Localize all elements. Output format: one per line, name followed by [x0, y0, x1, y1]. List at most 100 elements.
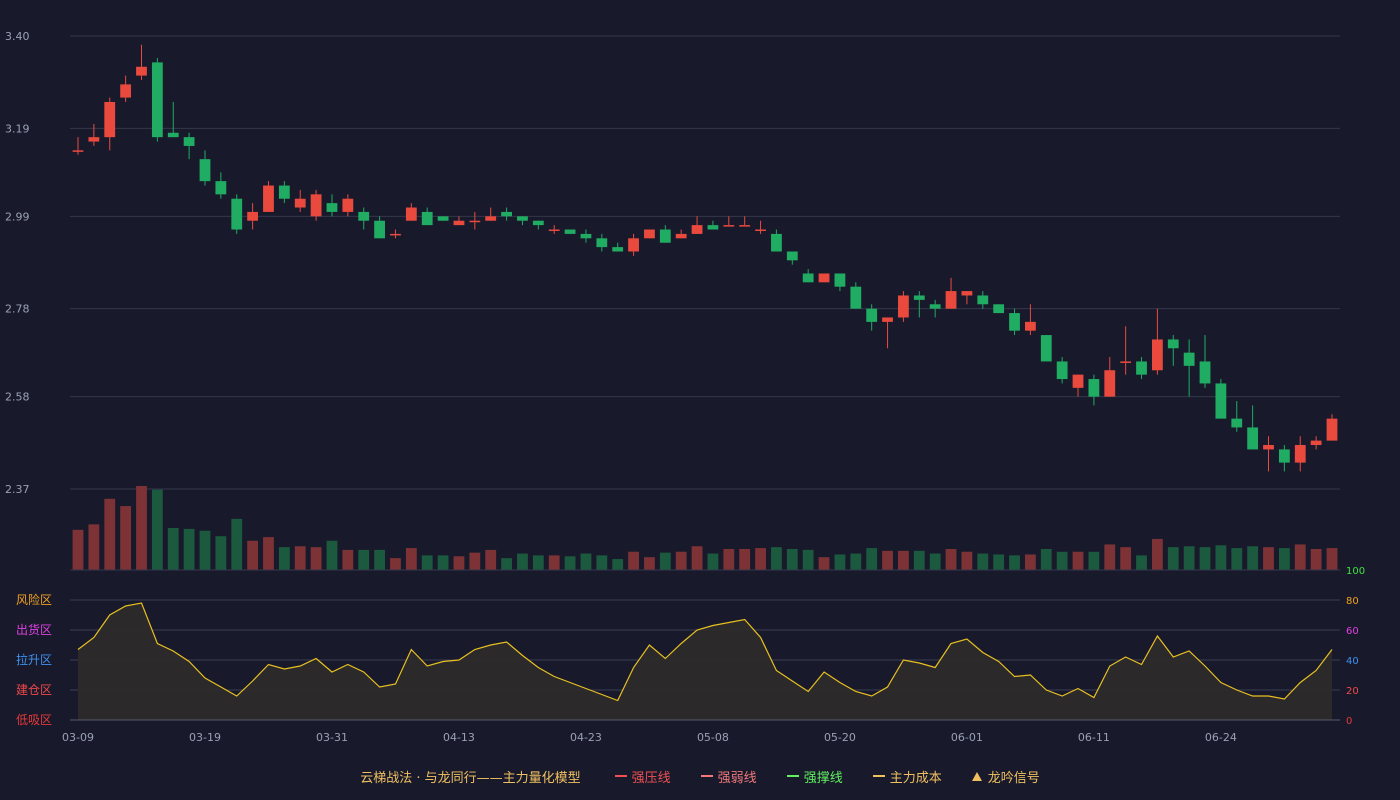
volume-bar [1136, 555, 1147, 570]
zone-label: 低吸区 [16, 713, 52, 727]
candle-body [1183, 352, 1195, 366]
volume-bar [104, 498, 116, 570]
price-tick-label: 2.99 [5, 210, 30, 223]
oscillator-tick-label: 60 [1346, 626, 1359, 637]
candle-body [1104, 370, 1116, 397]
candle-body [1009, 313, 1020, 331]
candle-body [183, 137, 195, 146]
oscillator-tick-label: 100 [1346, 566, 1365, 577]
candle-body [850, 286, 862, 309]
legend-item-main-cost[interactable]: 主力成本 [872, 767, 942, 786]
volume-bar [1167, 547, 1179, 570]
candle-body [199, 159, 211, 182]
volume-bar [215, 536, 227, 570]
x-tick-label: 06-24 [1205, 731, 1237, 744]
candle-body [421, 211, 433, 226]
candle-body [263, 185, 274, 212]
volume-bar [390, 558, 401, 570]
price-tick-label: 2.37 [5, 483, 30, 496]
candle-body [723, 225, 735, 227]
triangle-up-icon [971, 771, 982, 781]
volume-bar [675, 551, 687, 570]
volume-bar [263, 537, 274, 570]
zone-label: 建仓区 [16, 683, 52, 697]
candle-body [151, 62, 163, 138]
candle-body [739, 225, 751, 227]
volume-bar [977, 553, 989, 570]
candle-body [1215, 383, 1227, 419]
candle-body [1263, 445, 1274, 450]
volume-bar [612, 559, 624, 570]
candle-body [231, 198, 243, 230]
candle-body [1278, 449, 1290, 463]
candle-body [167, 132, 179, 138]
volume-bar [1104, 544, 1116, 570]
legend-title: 云梯战法 · 与龙同行——主力量化模型 [360, 770, 581, 786]
volume-bar [707, 553, 719, 570]
candle-body [1025, 321, 1036, 331]
volume-bar [1056, 551, 1068, 570]
candle-body [548, 229, 560, 232]
volume-bar [1151, 538, 1163, 570]
candle-body [310, 194, 322, 217]
volume-bar [659, 552, 671, 570]
legend-item-dragon-signal[interactable]: 龙吟信号 [971, 767, 1040, 786]
candle-body [961, 291, 973, 296]
candle-body [977, 295, 989, 305]
price-tick-label: 2.78 [5, 303, 30, 316]
volume-bar [1072, 551, 1084, 570]
volume-bar [485, 549, 497, 570]
volume-bar [802, 549, 814, 570]
volume-bar [786, 549, 798, 570]
legend-item-strong-resistance[interactable]: 强压线 [614, 767, 671, 786]
volume-bar [723, 549, 735, 570]
candle-body [358, 211, 370, 221]
legend-item-strength-line[interactable]: 强弱线 [700, 767, 757, 786]
candle-body [564, 229, 576, 234]
volume-bar [1009, 555, 1020, 570]
zone-label: 风险区 [16, 592, 52, 607]
candle-body [771, 233, 782, 252]
volume-bar [1183, 546, 1195, 570]
x-tick-label: 03-09 [62, 731, 94, 744]
candle-body [707, 225, 719, 230]
volume-bar [1199, 547, 1211, 570]
candle-body [1247, 427, 1259, 450]
volume-bar [961, 551, 973, 570]
legend-item-strong-support[interactable]: 强撑线 [786, 767, 843, 786]
candle-body [215, 181, 227, 195]
volume-bar [1310, 549, 1322, 570]
volume-bar [501, 558, 512, 570]
candle-body [866, 308, 878, 322]
candle-body [342, 198, 354, 212]
volume-bar [532, 555, 544, 570]
candle-body [755, 229, 766, 232]
volume-bar [231, 518, 243, 570]
candle-body [1072, 374, 1084, 388]
candle-body [993, 304, 1005, 314]
candle-body [691, 225, 703, 234]
volume-bar [818, 557, 830, 570]
legend-label-main-cost: 主力成本 [889, 770, 942, 786]
candle-body [659, 229, 671, 243]
candle-body [1040, 335, 1052, 362]
candle-body [913, 295, 925, 300]
volume-bar [1088, 551, 1100, 570]
legend-label-dragon-signal: 龙吟信号 [987, 770, 1040, 786]
legend-swatch-strong-resistance [614, 775, 627, 777]
volume-bar [247, 540, 259, 570]
candle-body [1056, 361, 1068, 380]
candle-body [834, 273, 846, 287]
candle-body [1199, 361, 1211, 384]
candle-body [644, 229, 655, 239]
candle-body [120, 84, 132, 98]
price-tick-label: 2.58 [5, 391, 30, 404]
x-tick-label: 03-31 [316, 731, 348, 744]
candle-body [469, 220, 481, 223]
volume-bar [421, 555, 433, 570]
candle-body [675, 233, 687, 239]
volume-bar [517, 553, 528, 570]
volume-bar [405, 548, 417, 570]
candle-body [1088, 379, 1100, 397]
candle-body [88, 137, 100, 142]
